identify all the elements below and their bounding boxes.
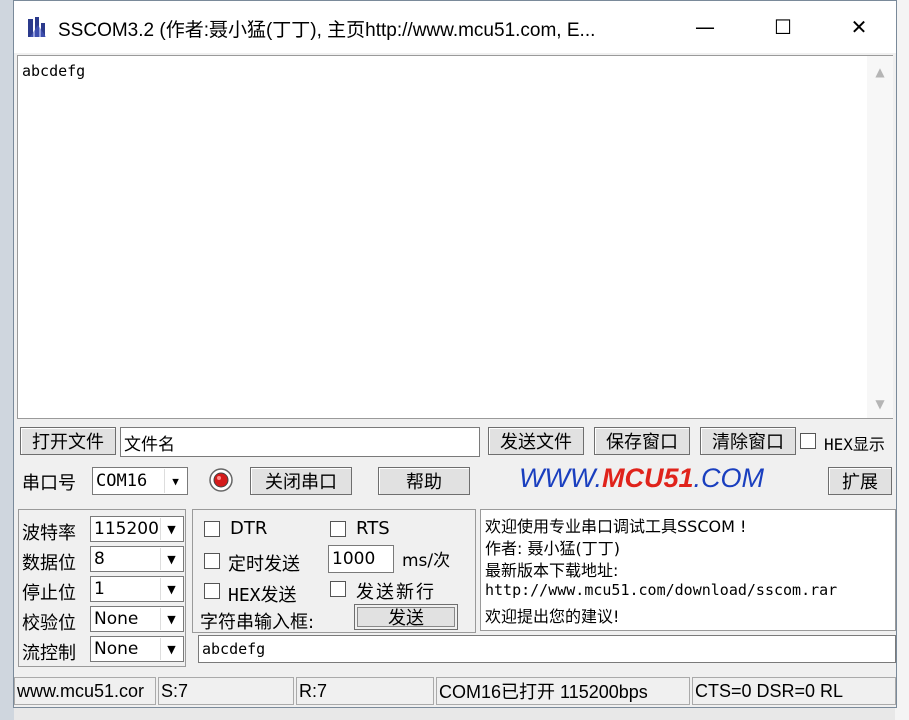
- scroll-up-icon[interactable]: ▲: [867, 60, 893, 84]
- send-input[interactable]: abcdefg: [198, 635, 896, 663]
- newline-label: 发送新行: [356, 582, 436, 603]
- info-welcome: 欢迎使用专业串口调试工具SSCOM !: [485, 517, 747, 536]
- logo-suffix: .COM: [693, 463, 764, 493]
- receive-scrollbar[interactable]: ▲ ▼: [867, 56, 893, 418]
- status-signal-lines: CTS=0 DSR=0 RL: [692, 677, 896, 705]
- help-button[interactable]: 帮助: [378, 467, 470, 495]
- flow-value: None: [94, 639, 139, 659]
- receive-text: abcdefg: [22, 62, 86, 80]
- maximize-button[interactable]: ☐: [756, 1, 810, 53]
- desktop-background-right: [895, 0, 909, 720]
- desktop-background: [0, 0, 14, 720]
- minimize-button[interactable]: —: [678, 1, 732, 53]
- databits-label: 数据位: [22, 553, 76, 574]
- port-label: 串口号: [22, 473, 76, 494]
- expand-button[interactable]: 扩展: [828, 467, 892, 495]
- stopbits-select[interactable]: 1 ▼: [90, 576, 184, 602]
- app-icon: [28, 17, 46, 37]
- flow-label: 流控制: [22, 643, 76, 664]
- info-download-url[interactable]: http://www.mcu51.com/download/sscom.rar: [485, 581, 837, 599]
- mcu51-logo[interactable]: WWW.MCU51.COM: [519, 463, 764, 494]
- rts-checkbox[interactable]: [330, 521, 346, 537]
- info-suggestion: 欢迎提出您的建议!: [485, 607, 620, 626]
- parity-value: None: [94, 609, 139, 629]
- status-port-state: COM16已打开 115200bps: [436, 677, 690, 705]
- chevron-down-icon[interactable]: ▼: [160, 578, 182, 600]
- status-received-count: R:7: [296, 677, 434, 705]
- close-button[interactable]: ✕: [832, 1, 886, 53]
- info-download-label: 最新版本下载地址:: [485, 561, 619, 580]
- chevron-down-icon[interactable]: ▼: [160, 608, 182, 630]
- parity-select[interactable]: None ▼: [90, 606, 184, 632]
- status-website: www.mcu51.cor: [14, 677, 156, 705]
- port-select[interactable]: COM16 ▼: [92, 467, 188, 495]
- baud-label: 波特率: [22, 523, 76, 544]
- logo-middle: MCU51: [601, 463, 694, 493]
- scroll-down-icon[interactable]: ▼: [867, 392, 893, 416]
- port-status-light-icon: [209, 468, 233, 492]
- open-file-button[interactable]: 打开文件: [20, 427, 116, 455]
- sscom-window: SSCOM3.2 (作者:聂小猛(丁丁), 主页http://www.mcu51…: [13, 0, 897, 708]
- stopbits-label: 停止位: [22, 583, 76, 604]
- baud-value: 115200: [94, 519, 159, 539]
- hex-send-label: HEX发送: [228, 585, 297, 606]
- chevron-down-icon[interactable]: ▼: [160, 548, 182, 570]
- parity-label: 校验位: [22, 613, 76, 634]
- close-port-button[interactable]: 关闭串口: [250, 467, 352, 495]
- title-bar[interactable]: SSCOM3.2 (作者:聂小猛(丁丁), 主页http://www.mcu51…: [14, 1, 896, 53]
- timed-send-label: 定时发送: [228, 554, 300, 575]
- databits-select[interactable]: 8 ▼: [90, 546, 184, 572]
- clear-window-button[interactable]: 清除窗口: [700, 427, 796, 455]
- status-sent-count: S:7: [158, 677, 294, 705]
- stopbits-value: 1: [94, 579, 105, 599]
- flow-select[interactable]: None ▼: [90, 636, 184, 662]
- timed-send-checkbox[interactable]: [204, 553, 220, 569]
- baud-select[interactable]: 115200 ▼: [90, 516, 184, 542]
- dtr-checkbox[interactable]: [204, 521, 220, 537]
- info-author: 作者: 聂小猛(丁丁): [485, 539, 620, 558]
- interval-unit: ms/次: [402, 551, 451, 571]
- send-button[interactable]: 发送: [354, 604, 458, 630]
- interval-input[interactable]: 1000: [328, 545, 394, 573]
- save-window-button[interactable]: 保存窗口: [594, 427, 690, 455]
- chevron-down-icon[interactable]: ▼: [160, 518, 182, 540]
- hex-display-label: HEX显示: [824, 435, 885, 454]
- logo-prefix: WWW.: [519, 463, 602, 493]
- info-panel: 欢迎使用专业串口调试工具SSCOM ! 作者: 聂小猛(丁丁) 最新版本下载地址…: [480, 509, 896, 631]
- input-box-label: 字符串输入框:: [200, 612, 315, 633]
- databits-value: 8: [94, 549, 105, 569]
- send-file-button[interactable]: 发送文件: [488, 427, 584, 455]
- filename-field[interactable]: 文件名: [120, 427, 480, 457]
- dtr-label: DTR: [230, 518, 268, 539]
- chevron-down-icon[interactable]: ▼: [164, 469, 186, 493]
- port-value: COM16: [96, 471, 148, 491]
- chevron-down-icon[interactable]: ▼: [160, 638, 182, 660]
- receive-area[interactable]: abcdefg ▲ ▼: [17, 55, 893, 419]
- rts-label: RTS: [356, 518, 390, 539]
- hex-display-checkbox[interactable]: [800, 433, 816, 449]
- hex-send-checkbox[interactable]: [204, 583, 220, 599]
- window-title: SSCOM3.2 (作者:聂小猛(丁丁), 主页http://www.mcu51…: [58, 20, 596, 41]
- newline-checkbox[interactable]: [330, 581, 346, 597]
